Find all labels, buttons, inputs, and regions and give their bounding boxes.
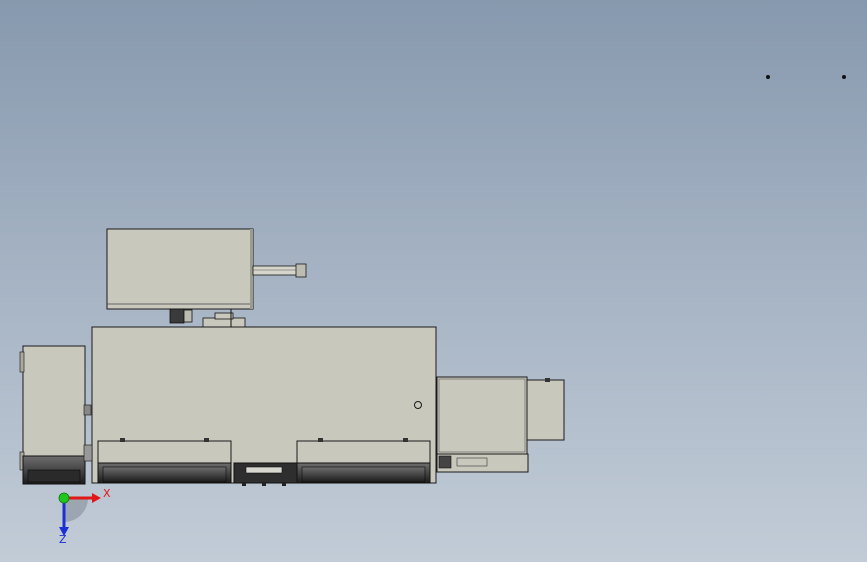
right-drawer[interactable]: [296, 438, 431, 484]
right-module[interactable]: [436, 376, 565, 473]
motor-housing[interactable]: [106, 228, 254, 310]
left-module[interactable]: [19, 345, 93, 485]
y-axis-origin: [58, 492, 70, 504]
actuator-rod[interactable]: [252, 263, 307, 278]
x-axis-label: X: [103, 487, 111, 500]
cad-graphics-viewport[interactable]: X Z: [0, 0, 867, 562]
left-drawer[interactable]: [97, 438, 232, 484]
coordinate-triad: X Z: [58, 487, 111, 546]
motor-coupling[interactable]: [169, 308, 246, 328]
model-drawing: X Z: [19, 228, 565, 546]
z-axis-label: Z: [59, 533, 67, 546]
center-panel[interactable]: [233, 462, 298, 486]
